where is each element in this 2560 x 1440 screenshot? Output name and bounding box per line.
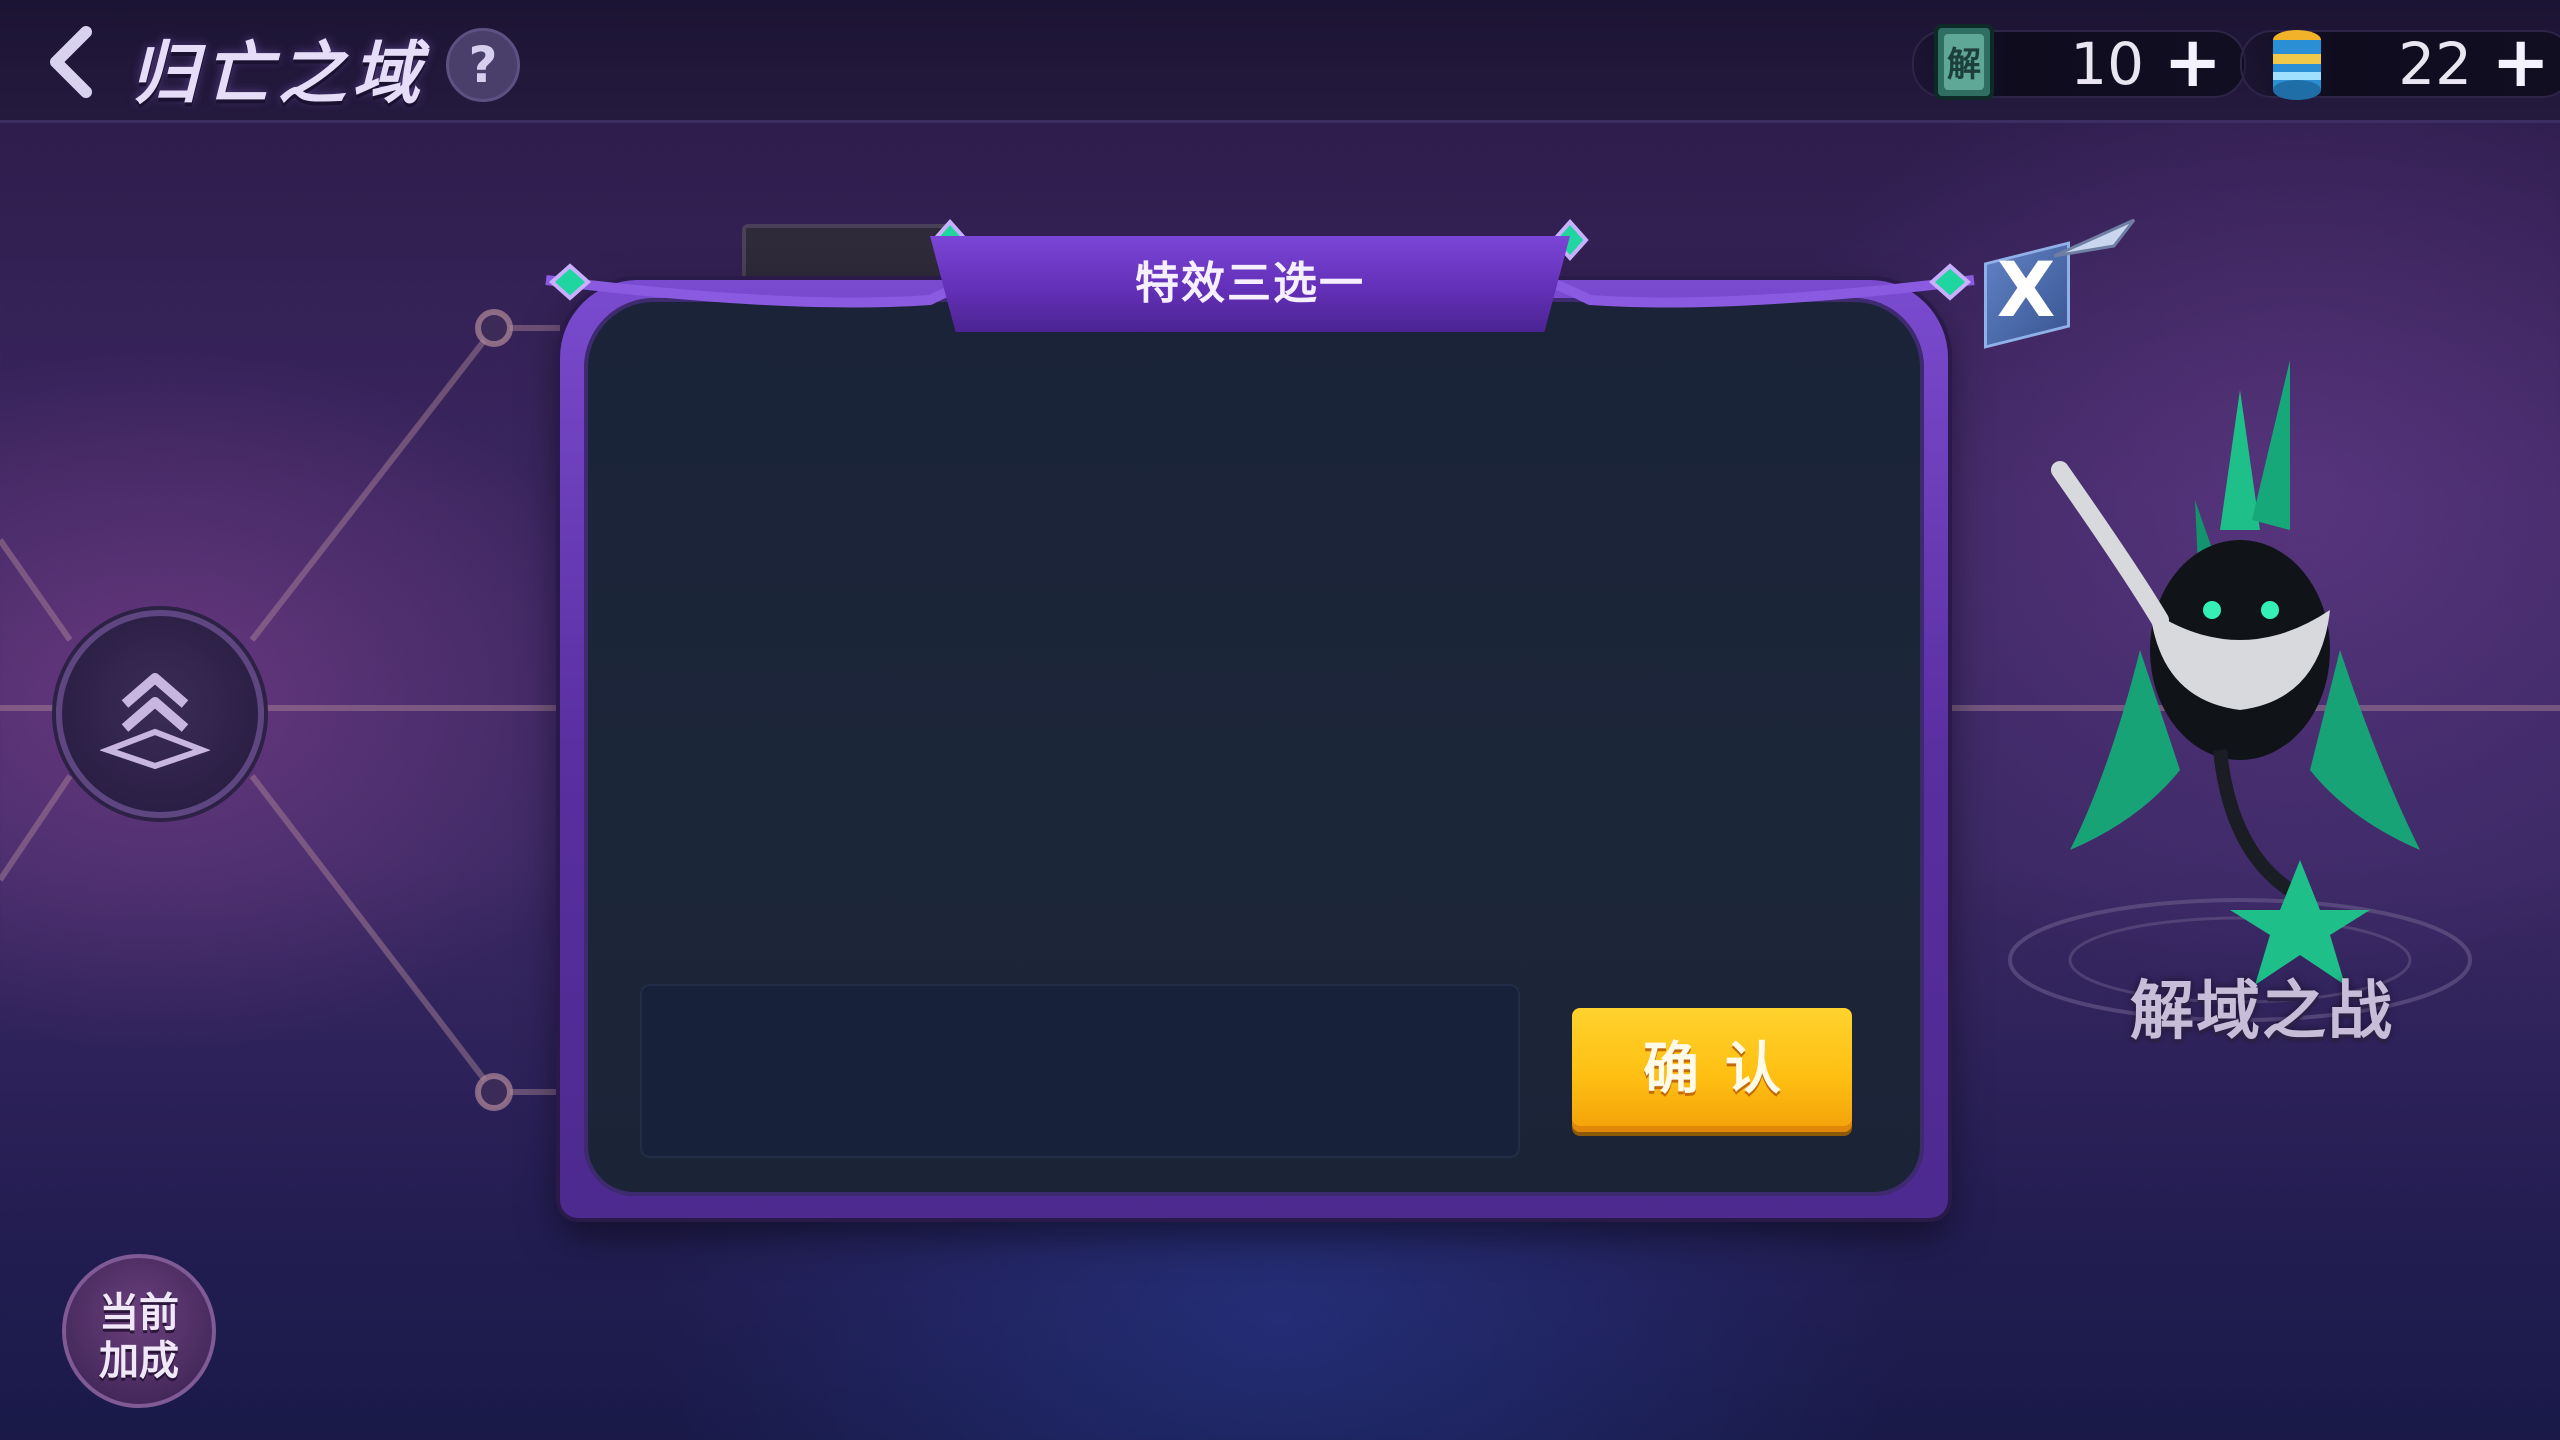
page-title: 归亡之域 — [130, 35, 427, 114]
energy-can-icon — [2273, 30, 2321, 100]
add-resource-button[interactable]: + — [2491, 27, 2550, 97]
dialog-title: 特效三选一 — [1135, 258, 1365, 309]
chevron-left-icon — [50, 26, 92, 98]
back-button[interactable] — [40, 22, 110, 102]
level-up-node[interactable] — [56, 610, 264, 818]
confirm-button[interactable]: 确认 — [1572, 1008, 1852, 1132]
bonus-label-line2: 加成 — [99, 1338, 179, 1384]
confirm-label: 确认 — [1643, 1037, 1807, 1102]
current-bonus-button[interactable]: 当前 加成 — [62, 1254, 216, 1408]
svg-text:解: 解 — [1947, 45, 1981, 85]
unlock-scroll-icon: 解 — [1934, 24, 1994, 100]
help-button[interactable]: ? — [446, 28, 520, 102]
rank-up-chevron-icon — [100, 673, 210, 770]
boss-character-illustration[interactable] — [1990, 350, 2490, 1050]
boss-name-label: 解域之战 — [2130, 975, 2394, 1049]
add-resource-button[interactable]: + — [2163, 27, 2222, 97]
effect-description-box — [640, 984, 1520, 1158]
resource-count: 10 — [2070, 30, 2144, 98]
spear-tip-icon — [2054, 218, 2136, 258]
resource-count: 22 — [2398, 30, 2472, 98]
